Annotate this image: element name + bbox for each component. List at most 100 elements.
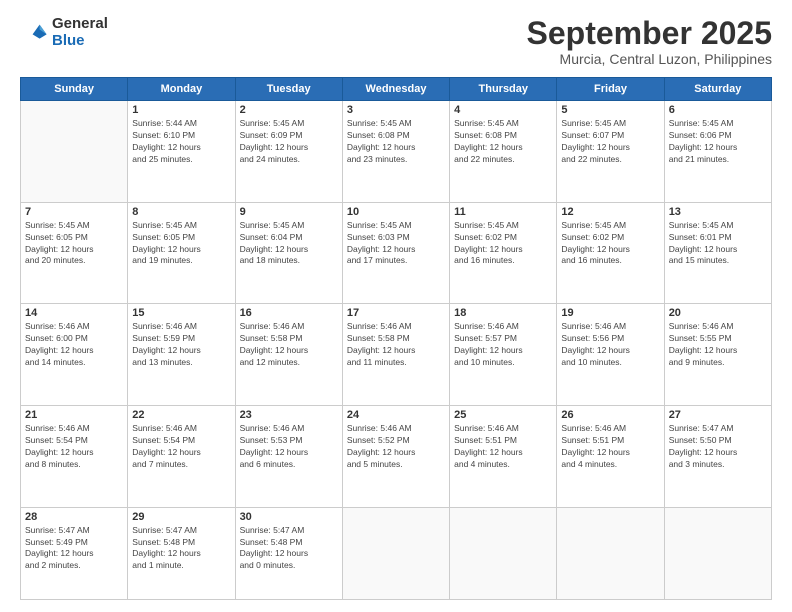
day-info: Sunrise: 5:46 AM Sunset: 5:57 PM Dayligh…	[454, 321, 552, 369]
day-info: Sunrise: 5:47 AM Sunset: 5:48 PM Dayligh…	[240, 525, 338, 573]
day-number: 27	[669, 409, 767, 421]
day-info: Sunrise: 5:47 AM Sunset: 5:48 PM Dayligh…	[132, 525, 230, 573]
calendar-day-cell: 2 Sunrise: 5:45 AM Sunset: 6:09 PM Daylig…	[235, 101, 342, 203]
calendar-day-cell: 15 Sunrise: 5:46 AM Sunset: 5:59 PM Dayli…	[128, 304, 235, 406]
day-info: Sunrise: 5:45 AM Sunset: 6:08 PM Dayligh…	[454, 118, 552, 166]
calendar-header: SundayMondayTuesdayWednesdayThursdayFrid…	[21, 78, 772, 101]
calendar-day-cell: 16 Sunrise: 5:46 AM Sunset: 5:58 PM Dayli…	[235, 304, 342, 406]
day-info: Sunrise: 5:46 AM Sunset: 5:55 PM Dayligh…	[669, 321, 767, 369]
calendar-header-row: SundayMondayTuesdayWednesdayThursdayFrid…	[21, 78, 772, 101]
day-info: Sunrise: 5:45 AM Sunset: 6:04 PM Dayligh…	[240, 220, 338, 268]
day-number: 26	[561, 409, 659, 421]
calendar-day-cell: 11 Sunrise: 5:45 AM Sunset: 6:02 PM Dayli…	[450, 202, 557, 304]
day-info: Sunrise: 5:45 AM Sunset: 6:07 PM Dayligh…	[561, 118, 659, 166]
calendar-day-cell: 28 Sunrise: 5:47 AM Sunset: 5:49 PM Dayli…	[21, 507, 128, 599]
calendar-day-cell: 21 Sunrise: 5:46 AM Sunset: 5:54 PM Dayli…	[21, 406, 128, 508]
logo: General Blue	[20, 16, 108, 49]
calendar-day-cell: 3 Sunrise: 5:45 AM Sunset: 6:08 PM Daylig…	[342, 101, 449, 203]
calendar-day-cell: 6 Sunrise: 5:45 AM Sunset: 6:06 PM Daylig…	[664, 101, 771, 203]
calendar-week-row: 7 Sunrise: 5:45 AM Sunset: 6:05 PM Daylig…	[21, 202, 772, 304]
calendar-body: 1 Sunrise: 5:44 AM Sunset: 6:10 PM Daylig…	[21, 101, 772, 600]
calendar-day-cell	[664, 507, 771, 599]
day-number: 20	[669, 307, 767, 319]
calendar-week-row: 28 Sunrise: 5:47 AM Sunset: 5:49 PM Dayli…	[21, 507, 772, 599]
calendar-day-cell	[342, 507, 449, 599]
day-info: Sunrise: 5:45 AM Sunset: 6:05 PM Dayligh…	[132, 220, 230, 268]
day-info: Sunrise: 5:46 AM Sunset: 5:52 PM Dayligh…	[347, 423, 445, 471]
calendar-day-cell: 20 Sunrise: 5:46 AM Sunset: 5:55 PM Dayli…	[664, 304, 771, 406]
day-info: Sunrise: 5:46 AM Sunset: 5:59 PM Dayligh…	[132, 321, 230, 369]
calendar-week-row: 14Sunrise: 5:46 AM Sunset: 6:00 PM Dayli…	[21, 304, 772, 406]
day-number: 8	[132, 206, 230, 218]
page: General Blue September 2025 Murcia, Cent…	[0, 0, 792, 612]
day-number: 4	[454, 104, 552, 116]
day-info: Sunrise: 5:46 AM Sunset: 5:51 PM Dayligh…	[454, 423, 552, 471]
calendar-day-cell: 14Sunrise: 5:46 AM Sunset: 6:00 PM Dayli…	[21, 304, 128, 406]
logo-icon	[20, 19, 48, 47]
day-info: Sunrise: 5:45 AM Sunset: 6:08 PM Dayligh…	[347, 118, 445, 166]
subtitle: Murcia, Central Luzon, Philippines	[527, 51, 772, 67]
day-info: Sunrise: 5:47 AM Sunset: 5:49 PM Dayligh…	[25, 525, 123, 573]
day-info: Sunrise: 5:46 AM Sunset: 6:00 PM Dayligh…	[25, 321, 123, 369]
day-info: Sunrise: 5:46 AM Sunset: 5:54 PM Dayligh…	[132, 423, 230, 471]
day-info: Sunrise: 5:45 AM Sunset: 6:02 PM Dayligh…	[454, 220, 552, 268]
day-info: Sunrise: 5:46 AM Sunset: 5:53 PM Dayligh…	[240, 423, 338, 471]
day-number: 15	[132, 307, 230, 319]
day-number: 24	[347, 409, 445, 421]
calendar-day-cell: 7 Sunrise: 5:45 AM Sunset: 6:05 PM Daylig…	[21, 202, 128, 304]
calendar-day-cell: 1 Sunrise: 5:44 AM Sunset: 6:10 PM Daylig…	[128, 101, 235, 203]
calendar-day-cell: 26 Sunrise: 5:46 AM Sunset: 5:51 PM Dayli…	[557, 406, 664, 508]
day-number: 5	[561, 104, 659, 116]
day-number: 16	[240, 307, 338, 319]
day-of-week-header: Friday	[557, 78, 664, 101]
calendar-day-cell: 19Sunrise: 5:46 AM Sunset: 5:56 PM Dayli…	[557, 304, 664, 406]
day-of-week-header: Tuesday	[235, 78, 342, 101]
logo-line1: General	[52, 16, 108, 33]
day-number: 13	[669, 206, 767, 218]
day-number: 21	[25, 409, 123, 421]
day-number: 2	[240, 104, 338, 116]
day-info: Sunrise: 5:46 AM Sunset: 5:58 PM Dayligh…	[240, 321, 338, 369]
calendar-week-row: 1 Sunrise: 5:44 AM Sunset: 6:10 PM Daylig…	[21, 101, 772, 203]
calendar-day-cell: 9 Sunrise: 5:45 AM Sunset: 6:04 PM Daylig…	[235, 202, 342, 304]
day-number: 19	[561, 307, 659, 319]
day-number: 25	[454, 409, 552, 421]
day-of-week-header: Thursday	[450, 78, 557, 101]
day-number: 22	[132, 409, 230, 421]
day-info: Sunrise: 5:45 AM Sunset: 6:05 PM Dayligh…	[25, 220, 123, 268]
day-of-week-header: Sunday	[21, 78, 128, 101]
day-number: 9	[240, 206, 338, 218]
calendar-table: SundayMondayTuesdayWednesdayThursdayFrid…	[20, 77, 772, 600]
day-of-week-header: Saturday	[664, 78, 771, 101]
calendar-day-cell: 23Sunrise: 5:46 AM Sunset: 5:53 PM Dayli…	[235, 406, 342, 508]
day-number: 28	[25, 511, 123, 523]
day-number: 30	[240, 511, 338, 523]
day-info: Sunrise: 5:46 AM Sunset: 5:58 PM Dayligh…	[347, 321, 445, 369]
day-number: 17	[347, 307, 445, 319]
calendar-day-cell: 22 Sunrise: 5:46 AM Sunset: 5:54 PM Dayli…	[128, 406, 235, 508]
calendar-day-cell: 25 Sunrise: 5:46 AM Sunset: 5:51 PM Dayli…	[450, 406, 557, 508]
calendar-day-cell: 24 Sunrise: 5:46 AM Sunset: 5:52 PM Dayli…	[342, 406, 449, 508]
day-info: Sunrise: 5:45 AM Sunset: 6:09 PM Dayligh…	[240, 118, 338, 166]
calendar-day-cell: 30 Sunrise: 5:47 AM Sunset: 5:48 PM Dayli…	[235, 507, 342, 599]
logo-line2: Blue	[52, 33, 108, 50]
title-section: September 2025 Murcia, Central Luzon, Ph…	[527, 16, 772, 67]
calendar-day-cell: 17 Sunrise: 5:46 AM Sunset: 5:58 PM Dayli…	[342, 304, 449, 406]
day-number: 6	[669, 104, 767, 116]
day-number: 18	[454, 307, 552, 319]
day-of-week-header: Wednesday	[342, 78, 449, 101]
day-number: 1	[132, 104, 230, 116]
day-info: Sunrise: 5:45 AM Sunset: 6:01 PM Dayligh…	[669, 220, 767, 268]
calendar-week-row: 21 Sunrise: 5:46 AM Sunset: 5:54 PM Dayli…	[21, 406, 772, 508]
day-number: 10	[347, 206, 445, 218]
day-info: Sunrise: 5:46 AM Sunset: 5:54 PM Dayligh…	[25, 423, 123, 471]
day-info: Sunrise: 5:44 AM Sunset: 6:10 PM Dayligh…	[132, 118, 230, 166]
logo-text: General Blue	[52, 16, 108, 49]
calendar-day-cell: 29Sunrise: 5:47 AM Sunset: 5:48 PM Dayli…	[128, 507, 235, 599]
day-number: 3	[347, 104, 445, 116]
day-number: 7	[25, 206, 123, 218]
day-number: 11	[454, 206, 552, 218]
day-info: Sunrise: 5:45 AM Sunset: 6:06 PM Dayligh…	[669, 118, 767, 166]
calendar-day-cell: 10Sunrise: 5:45 AM Sunset: 6:03 PM Dayli…	[342, 202, 449, 304]
day-info: Sunrise: 5:46 AM Sunset: 5:51 PM Dayligh…	[561, 423, 659, 471]
